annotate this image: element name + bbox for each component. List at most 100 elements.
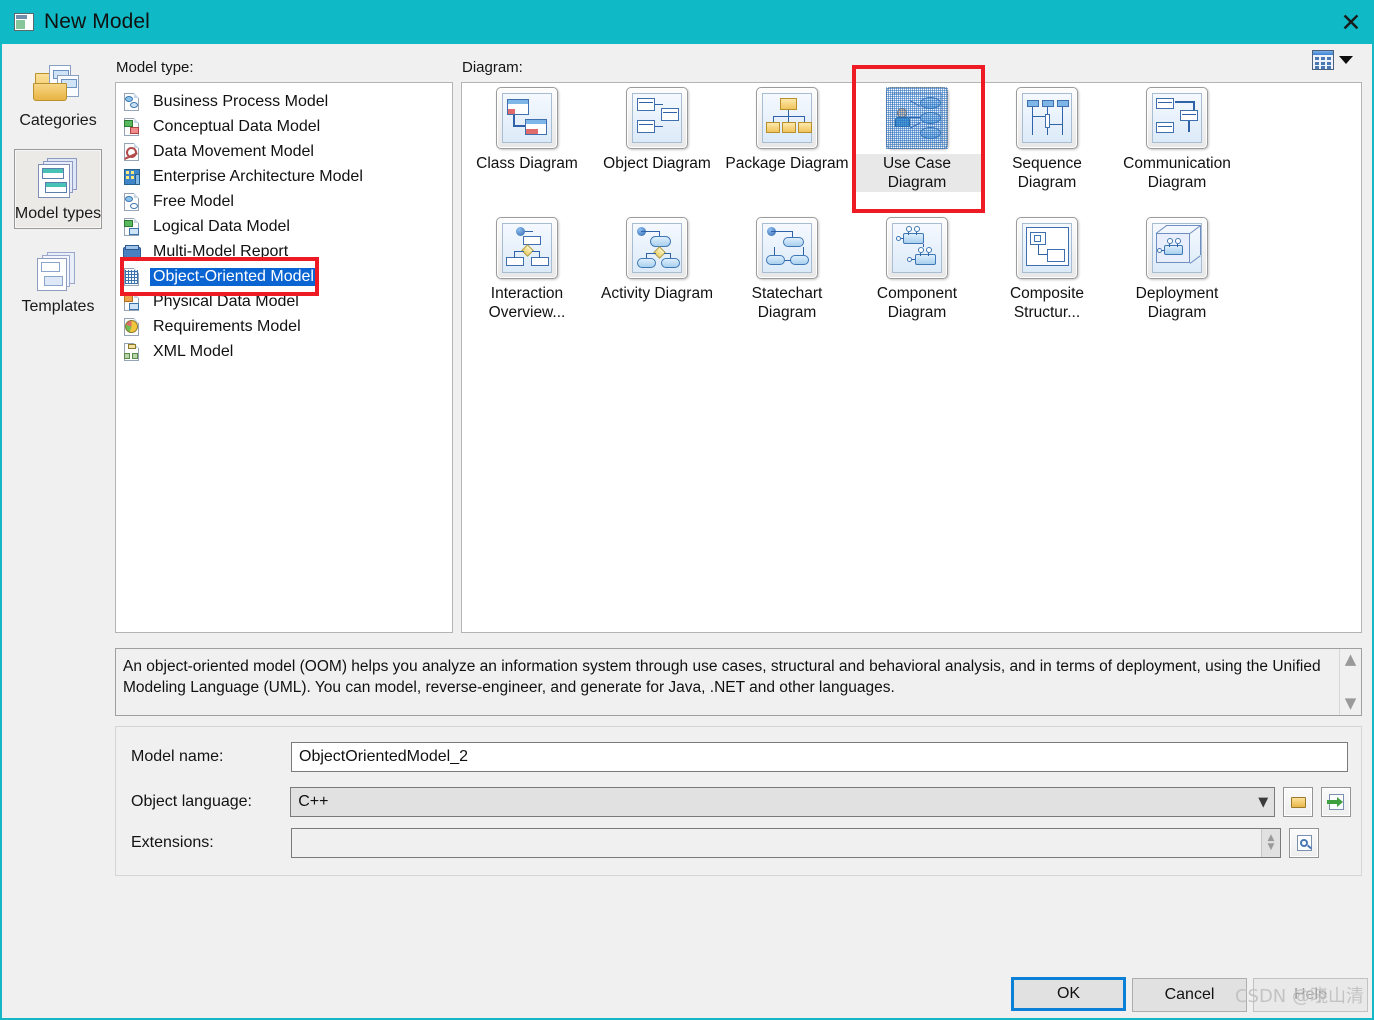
model-type-label: Physical Data Model: [153, 292, 299, 310]
model-type-label: Object-Oriented Model: [150, 267, 317, 286]
model-description-text: An object-oriented model (OOM) helps you…: [123, 658, 1321, 696]
business-process-icon: [122, 92, 142, 112]
chevron-down-icon: [1339, 56, 1353, 64]
diagram-item-class-diagram[interactable]: Class Diagram: [462, 87, 592, 173]
enterprise-architecture-icon: [122, 167, 142, 187]
ok-button[interactable]: OK: [1011, 977, 1126, 1011]
import-object-language-button[interactable]: [1321, 787, 1351, 817]
extensions-spinner[interactable]: ▲ ▼: [1261, 829, 1280, 857]
rail-item-categories[interactable]: Categories: [14, 56, 102, 136]
diagram-item-interaction-overview[interactable]: Interaction Overview...: [462, 217, 592, 322]
model-type-row[interactable]: Logical Data Model: [116, 214, 452, 239]
diagram-item-label: Object Diagram: [603, 155, 711, 172]
diagram-item-deployment-diagram[interactable]: Deployment Diagram: [1112, 217, 1242, 322]
object-language-select[interactable]: C++ ▼: [290, 787, 1276, 817]
diagram-item-component-diagram[interactable]: Component Diagram: [852, 217, 982, 322]
activity-diagram-icon: [626, 217, 688, 279]
extensions-row: Extensions: ▲ ▼: [131, 828, 1351, 858]
use-case-diagram-icon: [886, 87, 948, 149]
model-type-row[interactable]: XML Model: [116, 339, 452, 364]
model-type-row[interactable]: Business Process Model: [116, 89, 452, 114]
rail-item-templates[interactable]: Templates: [14, 242, 102, 322]
physical-data-icon: [122, 292, 142, 312]
object-diagram-icon: [626, 87, 688, 149]
import-file-icon: [1326, 794, 1344, 810]
object-language-row: Object language: C++ ▼: [131, 787, 1351, 817]
deployment-diagram-icon: [1146, 217, 1208, 279]
composite-structure-icon: [1016, 217, 1078, 279]
diagram-item-statechart-diagram[interactable]: Statechart Diagram: [722, 217, 852, 322]
view-mode-toggle[interactable]: [1312, 48, 1358, 72]
description-scrollbar[interactable]: ▲ ▼: [1339, 649, 1361, 715]
diagram-item-sequence-diagram[interactable]: Sequence Diagram: [982, 87, 1112, 192]
model-type-section-label: Model type:: [116, 59, 194, 76]
rail-item-model-types[interactable]: Model types: [14, 149, 102, 229]
model-type-list[interactable]: Business Process Model Conceptual Data M…: [115, 82, 453, 633]
diagram-item-communication-diagram[interactable]: Communication Diagram: [1112, 87, 1242, 192]
diagram-item-label: Sequence Diagram: [1012, 155, 1082, 191]
diagram-item-label: Interaction Overview...: [488, 285, 566, 321]
diagram-item-object-diagram[interactable]: Object Diagram: [592, 87, 722, 173]
model-type-row[interactable]: Physical Data Model: [116, 289, 452, 314]
diagram-item-use-case-diagram[interactable]: Use Case Diagram: [852, 87, 982, 192]
chevron-up-icon[interactable]: ▲: [1345, 652, 1357, 667]
component-diagram-icon: [886, 217, 948, 279]
model-type-label: Logical Data Model: [153, 217, 290, 235]
model-type-row[interactable]: Requirements Model: [116, 314, 452, 339]
model-type-row[interactable]: Free Model: [116, 189, 452, 214]
model-window-icon: [14, 13, 34, 31]
browse-object-language-button[interactable]: [1283, 787, 1314, 817]
object-language-label: Object language:: [131, 793, 252, 810]
extensions-label: Extensions:: [131, 834, 214, 851]
diagram-item-package-diagram[interactable]: Package Diagram: [722, 87, 852, 173]
free-model-icon: [122, 192, 142, 212]
multi-model-report-icon: [122, 242, 142, 262]
diagram-item-label: Package Diagram: [725, 155, 849, 172]
model-type-row[interactable]: Multi-Model Report: [116, 239, 452, 264]
stacked-windows-icon: [33, 156, 83, 202]
model-type-label: XML Model: [153, 342, 234, 360]
model-type-row[interactable]: Conceptual Data Model: [116, 114, 452, 139]
model-properties-group: Model name: ObjectOrientedModel_2 Object…: [115, 726, 1362, 876]
communication-diagram-icon: [1146, 87, 1208, 149]
new-model-dialog: New Model ✕ Categories Model types Templ…: [0, 0, 1374, 1020]
model-type-label: Requirements Model: [153, 317, 301, 335]
preview-extensions-button[interactable]: [1289, 828, 1319, 858]
chevron-down-icon[interactable]: ▼: [1252, 795, 1274, 810]
chevron-down-icon[interactable]: ▼: [1268, 843, 1275, 852]
chevron-down-icon[interactable]: ▼: [1345, 696, 1357, 711]
class-diagram-icon: [496, 87, 558, 149]
xml-model-icon: [122, 342, 142, 362]
diagram-item-label: Statechart Diagram: [751, 285, 823, 321]
model-type-label: Multi-Model Report: [153, 242, 289, 260]
conceptual-data-icon: [122, 117, 142, 137]
diagram-item-label: Component Diagram: [876, 285, 958, 321]
interaction-overview-icon: [496, 217, 558, 279]
diagram-item-label: Use Case Diagram: [852, 154, 982, 192]
extensions-input[interactable]: ▲ ▼: [291, 828, 1281, 858]
model-type-label: Data Movement Model: [153, 142, 314, 160]
chevron-up-icon[interactable]: ▲: [1268, 834, 1275, 843]
help-button: Help: [1253, 978, 1368, 1012]
folder-documents-icon: [33, 63, 83, 109]
diagram-item-label: Deployment Diagram: [1135, 285, 1219, 321]
grid-view-icon: [1312, 50, 1334, 70]
diagram-list[interactable]: Class Diagram Object Diagram Package Dia…: [461, 82, 1362, 633]
folder-open-icon: [1290, 796, 1306, 808]
requirements-icon: [122, 317, 142, 337]
model-type-label: Conceptual Data Model: [153, 117, 321, 135]
close-icon[interactable]: ✕: [1328, 0, 1374, 44]
model-description-box: An object-oriented model (OOM) helps you…: [115, 648, 1362, 716]
diagram-item-label: Activity Diagram: [601, 285, 713, 302]
diagram-item-composite-structure[interactable]: Composite Structur...: [982, 217, 1112, 322]
object-language-value: C++: [298, 793, 329, 810]
model-type-label: Business Process Model: [153, 92, 329, 110]
cancel-button[interactable]: Cancel: [1132, 978, 1247, 1012]
model-type-row[interactable]: Enterprise Architecture Model: [116, 164, 452, 189]
logical-data-icon: [122, 217, 142, 237]
model-type-row-object-oriented-model[interactable]: Object-Oriented Model: [116, 264, 452, 289]
object-oriented-icon: [122, 267, 142, 287]
diagram-item-activity-diagram[interactable]: Activity Diagram: [592, 217, 722, 303]
model-type-row[interactable]: Data Movement Model: [116, 139, 452, 164]
model-name-input[interactable]: ObjectOrientedModel_2: [291, 742, 1348, 772]
